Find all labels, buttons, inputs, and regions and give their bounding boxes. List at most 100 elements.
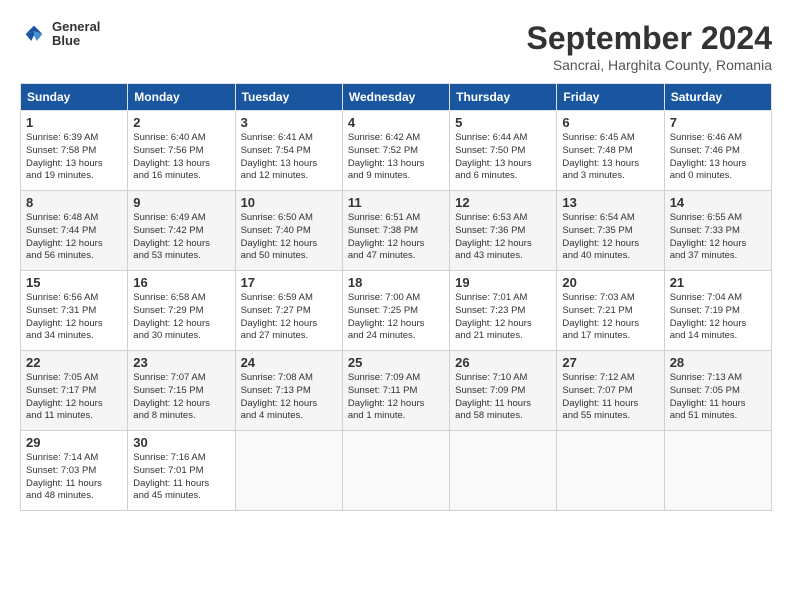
day-info: Sunrise: 6:59 AM Sunset: 7:27 PM Dayligh… <box>241 292 337 343</box>
day-number: 13 <box>562 195 658 210</box>
day-number: 11 <box>348 195 444 210</box>
day-info: Sunrise: 7:01 AM Sunset: 7:23 PM Dayligh… <box>455 292 551 343</box>
day-number: 15 <box>26 275 122 290</box>
calendar-cell: 30Sunrise: 7:16 AM Sunset: 7:01 PM Dayli… <box>128 431 235 511</box>
day-info: Sunrise: 6:58 AM Sunset: 7:29 PM Dayligh… <box>133 292 229 343</box>
day-info: Sunrise: 6:55 AM Sunset: 7:33 PM Dayligh… <box>670 212 766 263</box>
day-info: Sunrise: 6:46 AM Sunset: 7:46 PM Dayligh… <box>670 132 766 183</box>
day-info: Sunrise: 7:13 AM Sunset: 7:05 PM Dayligh… <box>670 372 766 423</box>
day-number: 18 <box>348 275 444 290</box>
weekday-header: Tuesday <box>235 84 342 111</box>
day-number: 27 <box>562 355 658 370</box>
day-info: Sunrise: 7:04 AM Sunset: 7:19 PM Dayligh… <box>670 292 766 343</box>
calendar-cell: 13Sunrise: 6:54 AM Sunset: 7:35 PM Dayli… <box>557 191 664 271</box>
calendar-cell <box>235 431 342 511</box>
weekday-header: Thursday <box>450 84 557 111</box>
day-number: 4 <box>348 115 444 130</box>
day-number: 7 <box>670 115 766 130</box>
calendar-cell: 2Sunrise: 6:40 AM Sunset: 7:56 PM Daylig… <box>128 111 235 191</box>
day-number: 16 <box>133 275 229 290</box>
day-number: 19 <box>455 275 551 290</box>
calendar-cell: 11 Sunrise: 6:51 AM Sunset: 7:38 PM Dayli… <box>342 191 449 271</box>
calendar-cell: 6 Sunrise: 6:45 AM Sunset: 7:48 PM Daylig… <box>557 111 664 191</box>
logo-text: General Blue <box>52 20 100 49</box>
weekday-header: Monday <box>128 84 235 111</box>
calendar-cell: 23 Sunrise: 7:07 AM Sunset: 7:15 PM Dayli… <box>128 351 235 431</box>
calendar-cell: 25 Sunrise: 7:09 AM Sunset: 7:11 PM Dayli… <box>342 351 449 431</box>
day-number: 30 <box>133 435 229 450</box>
calendar-cell: 7 Sunrise: 6:46 AM Sunset: 7:46 PM Daylig… <box>664 111 771 191</box>
calendar-cell: 24 Sunrise: 7:08 AM Sunset: 7:13 PM Dayli… <box>235 351 342 431</box>
calendar-cell <box>664 431 771 511</box>
calendar-cell: 29 Sunrise: 7:14 AM Sunset: 7:03 PM Dayli… <box>21 431 128 511</box>
weekday-header: Sunday <box>21 84 128 111</box>
day-info: Sunrise: 7:08 AM Sunset: 7:13 PM Dayligh… <box>241 372 337 423</box>
day-number: 21 <box>670 275 766 290</box>
calendar-cell: 20Sunrise: 7:03 AM Sunset: 7:21 PM Dayli… <box>557 271 664 351</box>
day-info: Sunrise: 6:40 AM Sunset: 7:56 PM Dayligh… <box>133 132 229 183</box>
day-info: Sunrise: 6:42 AM Sunset: 7:52 PM Dayligh… <box>348 132 444 183</box>
day-number: 24 <box>241 355 337 370</box>
day-number: 6 <box>562 115 658 130</box>
day-number: 29 <box>26 435 122 450</box>
calendar-cell <box>450 431 557 511</box>
logo: General Blue <box>20 20 100 49</box>
calendar-cell: 12 Sunrise: 6:53 AM Sunset: 7:36 PM Dayli… <box>450 191 557 271</box>
day-info: Sunrise: 7:05 AM Sunset: 7:17 PM Dayligh… <box>26 372 122 423</box>
calendar-cell: 28 Sunrise: 7:13 AM Sunset: 7:05 PM Dayli… <box>664 351 771 431</box>
calendar-cell: 19 Sunrise: 7:01 AM Sunset: 7:23 PM Dayli… <box>450 271 557 351</box>
day-info: Sunrise: 6:56 AM Sunset: 7:31 PM Dayligh… <box>26 292 122 343</box>
calendar-cell: 17Sunrise: 6:59 AM Sunset: 7:27 PM Dayli… <box>235 271 342 351</box>
day-info: Sunrise: 7:12 AM Sunset: 7:07 PM Dayligh… <box>562 372 658 423</box>
calendar-cell: 9 Sunrise: 6:49 AM Sunset: 7:42 PM Daylig… <box>128 191 235 271</box>
weekday-header: Saturday <box>664 84 771 111</box>
calendar-cell: 22 Sunrise: 7:05 AM Sunset: 7:17 PM Dayli… <box>21 351 128 431</box>
day-number: 22 <box>26 355 122 370</box>
title-block: September 2024 Sancrai, Harghita County,… <box>527 20 772 73</box>
day-info: Sunrise: 7:07 AM Sunset: 7:15 PM Dayligh… <box>133 372 229 423</box>
day-info: Sunrise: 7:03 AM Sunset: 7:21 PM Dayligh… <box>562 292 658 343</box>
weekday-header: Wednesday <box>342 84 449 111</box>
day-number: 5 <box>455 115 551 130</box>
day-info: Sunrise: 7:09 AM Sunset: 7:11 PM Dayligh… <box>348 372 444 423</box>
day-number: 8 <box>26 195 122 210</box>
logo-icon <box>20 20 48 48</box>
calendar-cell: 26 Sunrise: 7:10 AM Sunset: 7:09 PM Dayli… <box>450 351 557 431</box>
calendar-cell: 1Sunrise: 6:39 AM Sunset: 7:58 PM Daylig… <box>21 111 128 191</box>
day-number: 25 <box>348 355 444 370</box>
day-info: Sunrise: 6:50 AM Sunset: 7:40 PM Dayligh… <box>241 212 337 263</box>
calendar-cell: 16 Sunrise: 6:58 AM Sunset: 7:29 PM Dayli… <box>128 271 235 351</box>
day-number: 3 <box>241 115 337 130</box>
day-info: Sunrise: 6:49 AM Sunset: 7:42 PM Dayligh… <box>133 212 229 263</box>
calendar-cell: 18Sunrise: 7:00 AM Sunset: 7:25 PM Dayli… <box>342 271 449 351</box>
calendar-cell: 10 Sunrise: 6:50 AM Sunset: 7:40 PM Dayli… <box>235 191 342 271</box>
calendar-cell <box>557 431 664 511</box>
weekday-header: Friday <box>557 84 664 111</box>
calendar-cell: 5Sunrise: 6:44 AM Sunset: 7:50 PM Daylig… <box>450 111 557 191</box>
day-info: Sunrise: 7:10 AM Sunset: 7:09 PM Dayligh… <box>455 372 551 423</box>
day-number: 12 <box>455 195 551 210</box>
day-number: 26 <box>455 355 551 370</box>
day-info: Sunrise: 7:14 AM Sunset: 7:03 PM Dayligh… <box>26 452 122 503</box>
day-number: 9 <box>133 195 229 210</box>
calendar-cell: 14 Sunrise: 6:55 AM Sunset: 7:33 PM Dayli… <box>664 191 771 271</box>
day-info: Sunrise: 6:48 AM Sunset: 7:44 PM Dayligh… <box>26 212 122 263</box>
day-number: 14 <box>670 195 766 210</box>
calendar-cell: 15 Sunrise: 6:56 AM Sunset: 7:31 PM Dayli… <box>21 271 128 351</box>
day-number: 10 <box>241 195 337 210</box>
page-header: General Blue September 2024 Sancrai, Har… <box>20 20 772 73</box>
day-number: 23 <box>133 355 229 370</box>
calendar-cell <box>342 431 449 511</box>
calendar-cell: 4 Sunrise: 6:42 AM Sunset: 7:52 PM Daylig… <box>342 111 449 191</box>
month-title: September 2024 <box>527 20 772 57</box>
day-info: Sunrise: 6:45 AM Sunset: 7:48 PM Dayligh… <box>562 132 658 183</box>
day-number: 28 <box>670 355 766 370</box>
day-number: 1 <box>26 115 122 130</box>
day-info: Sunrise: 6:41 AM Sunset: 7:54 PM Dayligh… <box>241 132 337 183</box>
day-info: Sunrise: 6:51 AM Sunset: 7:38 PM Dayligh… <box>348 212 444 263</box>
calendar-cell: 27 Sunrise: 7:12 AM Sunset: 7:07 PM Dayli… <box>557 351 664 431</box>
calendar-cell: 3 Sunrise: 6:41 AM Sunset: 7:54 PM Daylig… <box>235 111 342 191</box>
calendar-cell: 21 Sunrise: 7:04 AM Sunset: 7:19 PM Dayli… <box>664 271 771 351</box>
day-info: Sunrise: 6:53 AM Sunset: 7:36 PM Dayligh… <box>455 212 551 263</box>
calendar-table: SundayMondayTuesdayWednesdayThursdayFrid… <box>20 83 772 511</box>
